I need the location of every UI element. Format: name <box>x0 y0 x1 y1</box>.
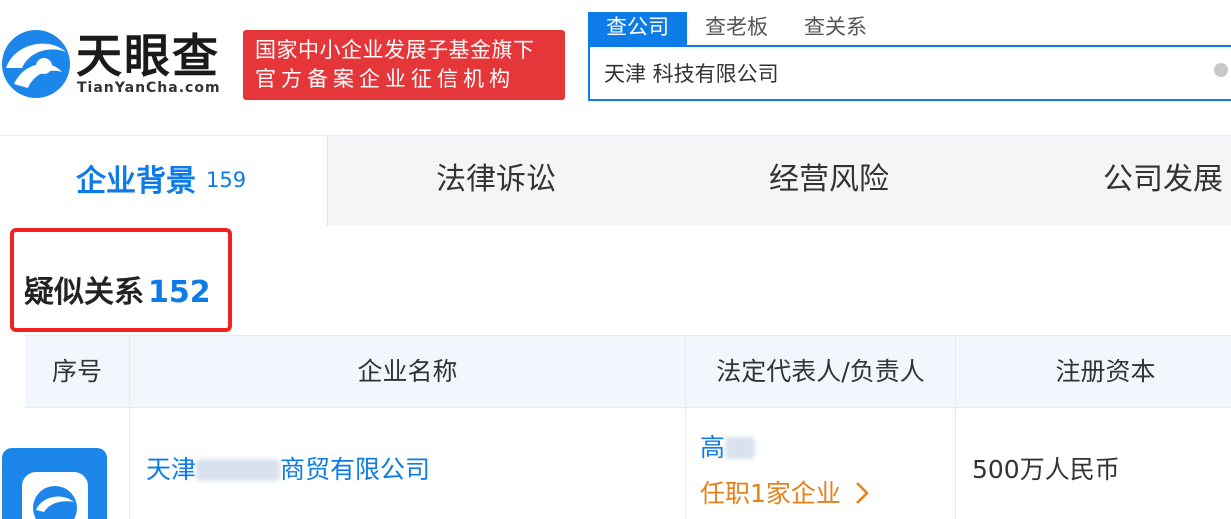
col-header-company: 企业名称 <box>129 336 685 408</box>
company-name-suffix: 商贸有限公司 <box>280 455 431 484</box>
suspected-relations-section: 疑似关系 152 <box>0 225 1231 335</box>
positions-label: 任职1家企业 <box>700 479 841 508</box>
banner-line-2: 官方备案企业征信机构 <box>255 67 515 91</box>
redacted-text <box>196 459 281 481</box>
brand-name: 天眼查 <box>76 29 220 83</box>
search-box <box>588 45 1231 101</box>
search-tab-relation[interactable]: 查关系 <box>786 12 885 45</box>
clear-icon[interactable] <box>1214 63 1228 77</box>
top-header: 天眼查 TianYanCha.com 国家中小企业发展子基金旗下 官方备案企业征… <box>0 0 1231 135</box>
table-header: 序号 企业名称 法定代表人/负责人 注册资本 <box>25 335 1231 408</box>
tab-label: 企业背景 <box>76 164 196 199</box>
banner-line-1: 国家中小企业发展子基金旗下 <box>255 38 535 62</box>
cell-capital: 500万人民币 <box>955 408 1231 519</box>
search-tab-boss[interactable]: 查老板 <box>687 12 786 45</box>
cell-legal-rep: 高 任职1家企业 <box>685 408 955 519</box>
brand-domain: TianYanCha.com <box>77 80 221 96</box>
section-title: 疑似关系 152 <box>24 267 211 311</box>
section-count: 152 <box>148 275 211 310</box>
tab-business-risk[interactable]: 经营风险 <box>769 136 889 226</box>
col-header-capital: 注册资本 <box>955 336 1231 408</box>
company-logo[interactable] <box>2 448 107 519</box>
certification-banner: 国家中小企业发展子基金旗下 官方备案企业征信机构 <box>243 30 565 100</box>
redacted-text <box>725 437 756 459</box>
cell-company: 天津 商贸有限公司 <box>129 408 685 519</box>
logo-eye-icon <box>2 30 70 98</box>
tab-enterprise-background[interactable]: 企业背景 159 <box>0 136 328 226</box>
company-logo-icon <box>22 472 88 519</box>
positions-link[interactable]: 任职1家企业 <box>700 474 869 510</box>
chevron-right-icon <box>855 482 869 504</box>
col-header-index: 序号 <box>51 357 102 386</box>
tab-count: 159 <box>206 168 247 192</box>
registered-capital: 500万人民币 <box>972 455 1120 484</box>
section-title-label: 疑似关系 <box>24 275 144 310</box>
company-name-link[interactable]: 天津 商贸有限公司 <box>146 450 430 486</box>
company-name-prefix: 天津 <box>146 455 197 484</box>
legal-rep-link[interactable]: 高 <box>700 428 756 464</box>
table-row: 天津 商贸有限公司 高 任职1家企业 500万人民币 <box>25 408 1231 519</box>
tab-legal-litigation[interactable]: 法律诉讼 <box>436 136 556 226</box>
search-type-tabs: 查公司 查老板 查关系 <box>588 12 885 45</box>
tianyancha-logo[interactable]: 天眼查 TianYanCha.com <box>0 22 235 112</box>
search-input[interactable] <box>604 57 1204 89</box>
tab-company-development[interactable]: 公司发展 <box>1103 136 1223 226</box>
main-nav-tabs: 企业背景 159 法律诉讼 经营风险 公司发展 <box>0 135 1231 226</box>
search-tab-company[interactable]: 查公司 <box>588 12 687 45</box>
legal-rep-name: 高 <box>700 433 726 462</box>
col-header-legal-rep: 法定代表人/负责人 <box>685 336 955 408</box>
page: { "brand": { "name": "天眼查", "domain": "T… <box>0 0 1231 519</box>
